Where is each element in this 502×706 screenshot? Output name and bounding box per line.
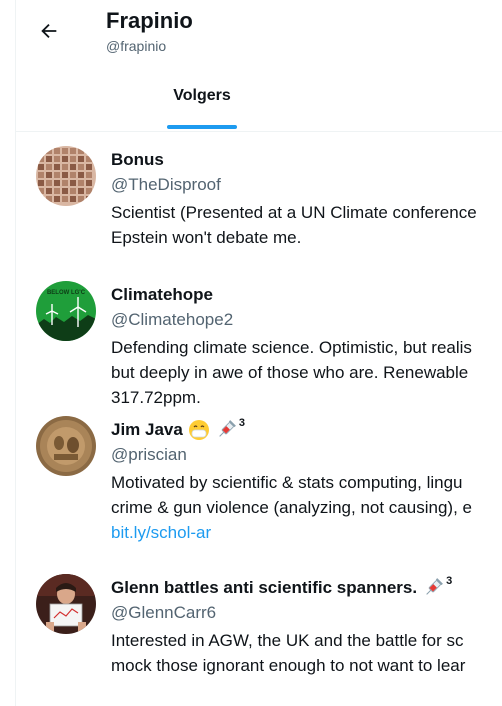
follower-row[interactable]: Bonus @TheDisproof Scientist (Presented … bbox=[16, 132, 502, 267]
avatar[interactable] bbox=[36, 574, 96, 634]
display-name-line: Climatehope bbox=[111, 284, 213, 306]
bronze-relief-avatar-icon bbox=[36, 416, 96, 476]
profile-followers-page: Frapinio @frapinio Volgers Bonus @TheDis… bbox=[0, 0, 502, 706]
display-name-line: Jim Java 3 bbox=[111, 417, 245, 441]
syringe-emoji-icon bbox=[422, 577, 444, 599]
user-handle: @GlennCarr6 bbox=[111, 603, 217, 622]
emoji-count-superscript: 3 bbox=[238, 417, 245, 429]
avatar[interactable] bbox=[36, 146, 96, 206]
display-name-line: Glenn battles anti scientific spanners. … bbox=[111, 575, 453, 599]
bio-line: Scientist (Presented at a UN Climate con… bbox=[111, 203, 477, 222]
bio: Motivated by scientific & stats computin… bbox=[111, 470, 502, 545]
display-name[interactable]: Jim Java bbox=[111, 420, 183, 440]
face-grid-avatar-icon bbox=[36, 146, 96, 206]
person-holding-sign-avatar-icon bbox=[36, 574, 96, 634]
emoji-count-superscript: 3 bbox=[446, 575, 453, 587]
followers-list: Bonus @TheDisproof Scientist (Presented … bbox=[16, 132, 502, 695]
syringe-emoji-icon bbox=[215, 419, 237, 441]
tab-bar: Volgers bbox=[16, 62, 502, 132]
avatar-logo-text: BELOW LG'C bbox=[47, 290, 86, 296]
page-title: Frapinio bbox=[106, 8, 193, 33]
bio-line: mock those ignorant enough to not want t… bbox=[111, 656, 466, 675]
mask-face-emoji-icon bbox=[188, 419, 210, 441]
display-name-line: Bonus bbox=[111, 149, 164, 171]
follower-row[interactable]: BELOW LG'C Climatehope @Climatehope2 Def… bbox=[16, 267, 502, 407]
display-name[interactable]: Glenn battles anti scientific spanners. bbox=[111, 578, 417, 598]
bio-line: but deeply in awe of those who are. Rene… bbox=[111, 363, 469, 382]
active-tab-indicator bbox=[167, 125, 237, 129]
bio-line: Epstein won't debate me. bbox=[111, 228, 302, 247]
profile-handle: @frapinio bbox=[106, 38, 167, 54]
avatar[interactable]: BELOW LG'C bbox=[36, 281, 96, 341]
user-handle: @TheDisproof bbox=[111, 175, 221, 194]
bio-line: Motivated by scientific & stats computin… bbox=[111, 473, 463, 492]
back-button[interactable] bbox=[34, 16, 64, 46]
follower-row[interactable]: Jim Java 3 @priscian Motivated by scient… bbox=[16, 402, 502, 560]
bio: Defending climate science. Optimistic, b… bbox=[111, 335, 502, 410]
follower-row[interactable]: Glenn battles anti scientific spanners. … bbox=[16, 560, 502, 695]
tab-label: Volgers bbox=[173, 87, 231, 104]
bio-line: Defending climate science. Optimistic, b… bbox=[111, 338, 472, 357]
bio-line: crime & gun violence (analyzing, not cau… bbox=[111, 498, 472, 517]
wind-turbine-avatar-icon: BELOW LG'C bbox=[36, 281, 96, 341]
avatar[interactable] bbox=[36, 416, 96, 476]
user-handle: @priscian bbox=[111, 445, 187, 464]
bio-line: Interested in AGW, the UK and the battle… bbox=[111, 631, 464, 650]
tab-followers[interactable]: Volgers bbox=[166, 62, 238, 132]
user-handle: @Climatehope2 bbox=[111, 310, 234, 329]
bio-link[interactable]: bit.ly/schol-ar bbox=[111, 520, 502, 545]
bio: Interested in AGW, the UK and the battle… bbox=[111, 628, 502, 678]
arrow-left-icon bbox=[41, 23, 57, 39]
display-name[interactable]: Climatehope bbox=[111, 285, 213, 305]
profile-header: Frapinio @frapinio bbox=[16, 0, 502, 62]
display-name[interactable]: Bonus bbox=[111, 150, 164, 170]
bio: Scientist (Presented at a UN Climate con… bbox=[111, 200, 502, 250]
